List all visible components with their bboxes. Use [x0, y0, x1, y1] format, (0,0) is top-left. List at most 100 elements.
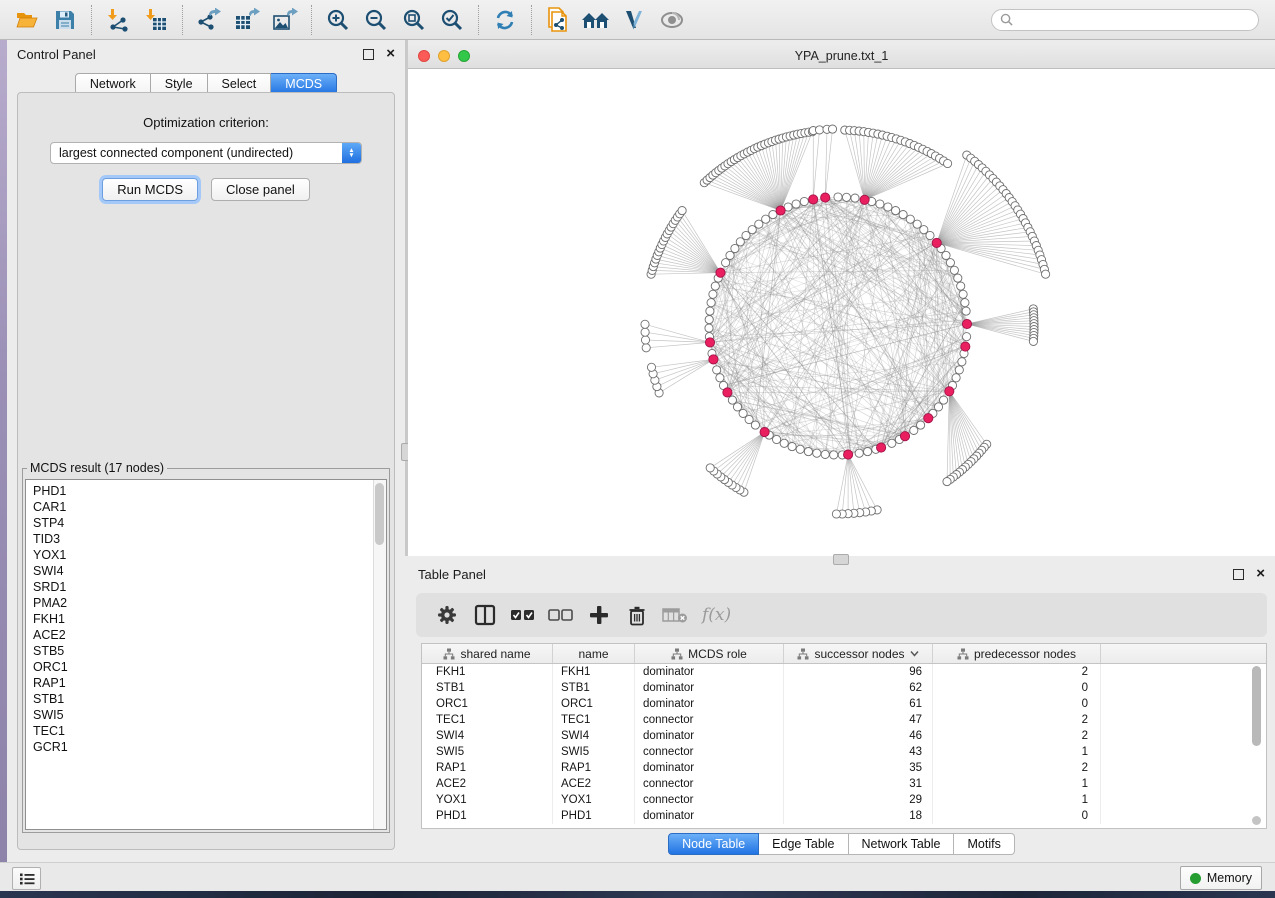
table-cell[interactable]: dominator	[635, 760, 784, 776]
network-window-titlebar[interactable]: YPA_prune.txt_1	[408, 44, 1275, 69]
float-panel-icon[interactable]	[1233, 569, 1244, 580]
mcds-result-item[interactable]: SWI4	[33, 563, 386, 579]
home-button[interactable]	[579, 4, 613, 36]
table-row[interactable]: SWI5SWI5connector431	[422, 744, 1266, 760]
table-cell[interactable]: 18	[784, 808, 933, 824]
tab-network-table[interactable]: Network Table	[849, 833, 955, 855]
table-cell[interactable]: FKH1	[422, 664, 553, 680]
table-cell[interactable]: 1	[933, 792, 1101, 808]
table-cell[interactable]: 0	[933, 696, 1101, 712]
table-cell[interactable]: connector	[635, 744, 784, 760]
import-network-button[interactable]	[101, 4, 135, 36]
mcds-result-item[interactable]: ORC1	[33, 659, 386, 675]
table-row[interactable]: ACE2ACE2connector311	[422, 776, 1266, 792]
table-cell[interactable]: 1	[933, 776, 1101, 792]
table-cell[interactable]: STB1	[553, 680, 635, 696]
table-row[interactable]: SWI4SWI4dominator462	[422, 728, 1266, 744]
table-cell[interactable]: 62	[784, 680, 933, 696]
mcds-result-item[interactable]: GCR1	[33, 739, 386, 755]
tab-motifs[interactable]: Motifs	[954, 833, 1014, 855]
table-cell[interactable]: FKH1	[553, 664, 635, 680]
close-panel-icon[interactable]: ×	[386, 49, 395, 59]
run-mcds-button[interactable]: Run MCDS	[102, 178, 198, 201]
mcds-result-list[interactable]: PHD1CAR1STP4TID3YOX1SWI4SRD1PMA2FKH1ACE2…	[25, 479, 387, 830]
table-row[interactable]: RAP1RAP1dominator352	[422, 760, 1266, 776]
table-row[interactable]: FKH1FKH1dominator962	[422, 664, 1266, 680]
table-cell[interactable]: 2	[933, 728, 1101, 744]
deselect-all-button[interactable]	[544, 598, 578, 632]
clone-network-button[interactable]	[541, 4, 575, 36]
table-cell[interactable]: SWI4	[553, 728, 635, 744]
mcds-result-item[interactable]: YOX1	[33, 547, 386, 563]
zoom-in-button[interactable]	[321, 4, 355, 36]
column-header-name[interactable]: name	[553, 644, 635, 663]
mcds-result-item[interactable]: PMA2	[33, 595, 386, 611]
table-cell[interactable]: 2	[933, 664, 1101, 680]
table-cell[interactable]: 61	[784, 696, 933, 712]
mcds-result-item[interactable]: STB1	[33, 691, 386, 707]
table-cell[interactable]: 96	[784, 664, 933, 680]
mcds-result-item[interactable]: TEC1	[33, 723, 386, 739]
table-cell[interactable]: SWI5	[422, 744, 553, 760]
table-cell[interactable]: 0	[933, 680, 1101, 696]
table-cell[interactable]: YOX1	[422, 792, 553, 808]
curator-button[interactable]	[617, 4, 651, 36]
table-row[interactable]: YOX1YOX1connector291	[422, 792, 1266, 808]
table-row[interactable]: ORC1ORC1dominator610	[422, 696, 1266, 712]
mcds-result-item[interactable]: RAP1	[33, 675, 386, 691]
table-cell[interactable]: 35	[784, 760, 933, 776]
column-header-predecessor-nodes[interactable]: predecessor nodes	[933, 644, 1101, 663]
table-cell[interactable]: dominator	[635, 728, 784, 744]
network-canvas[interactable]	[408, 69, 1275, 556]
delete-table-button[interactable]	[658, 598, 692, 632]
table-cell[interactable]: dominator	[635, 680, 784, 696]
table-cell[interactable]: 2	[933, 712, 1101, 728]
tab-edge-table[interactable]: Edge Table	[759, 833, 848, 855]
close-panel-icon[interactable]: ×	[1256, 569, 1265, 579]
refresh-button[interactable]	[488, 4, 522, 36]
table-cell[interactable]: dominator	[635, 808, 784, 824]
table-cell[interactable]: 29	[784, 792, 933, 808]
table-cell[interactable]: connector	[635, 712, 784, 728]
zoom-fit-button[interactable]	[397, 4, 431, 36]
mcds-result-item[interactable]: CAR1	[33, 499, 386, 515]
table-settings-button[interactable]	[430, 598, 464, 632]
table-cell[interactable]: RAP1	[422, 760, 553, 776]
task-history-button[interactable]	[12, 867, 41, 890]
table-cell[interactable]: YOX1	[553, 792, 635, 808]
table-cell[interactable]: ACE2	[553, 776, 635, 792]
table-cell[interactable]: connector	[635, 776, 784, 792]
mcds-result-item[interactable]: TID3	[33, 531, 386, 547]
float-panel-icon[interactable]	[363, 49, 374, 60]
select-all-button[interactable]	[506, 598, 540, 632]
mcds-result-item[interactable]: STB5	[33, 643, 386, 659]
mcds-result-item[interactable]: ACE2	[33, 627, 386, 643]
table-cell[interactable]: PHD1	[422, 808, 553, 824]
column-header-shared-name[interactable]: shared name	[422, 644, 553, 663]
export-table-button[interactable]	[230, 4, 264, 36]
table-cell[interactable]: 31	[784, 776, 933, 792]
result-list-scrollbar[interactable]	[373, 480, 386, 829]
table-cell[interactable]: STB1	[422, 680, 553, 696]
table-cell[interactable]: ORC1	[422, 696, 553, 712]
table-cell[interactable]: 43	[784, 744, 933, 760]
table-row[interactable]: PHD1PHD1dominator180	[422, 808, 1266, 824]
table-cell[interactable]: ORC1	[553, 696, 635, 712]
open-file-button[interactable]	[10, 4, 44, 36]
table-cell[interactable]: dominator	[635, 696, 784, 712]
table-cell[interactable]: ACE2	[422, 776, 553, 792]
scrollbar-thumb[interactable]	[375, 483, 384, 545]
table-cell[interactable]: SWI4	[422, 728, 553, 744]
import-table-button[interactable]	[139, 4, 173, 36]
table-cell[interactable]: TEC1	[422, 712, 553, 728]
table-cell[interactable]: RAP1	[553, 760, 635, 776]
add-row-button[interactable]	[582, 598, 616, 632]
export-network-button[interactable]	[192, 4, 226, 36]
table-cell[interactable]: 47	[784, 712, 933, 728]
hide-panel-button[interactable]	[655, 4, 689, 36]
search-box[interactable]	[991, 9, 1259, 31]
tab-node-table[interactable]: Node Table	[668, 833, 759, 855]
table-row[interactable]: TEC1TEC1connector472	[422, 712, 1266, 728]
table-cell[interactable]: SWI5	[553, 744, 635, 760]
table-cell[interactable]: PHD1	[553, 808, 635, 824]
